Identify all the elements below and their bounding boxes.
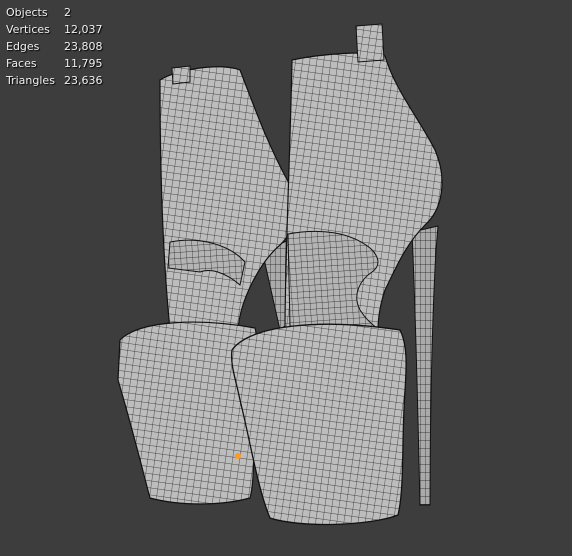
3d-viewport[interactable]: Objects 2 Vertices 12,037 Edges 23,808 F… <box>0 0 572 556</box>
object-origin-dot <box>235 453 241 459</box>
right-boot-mesh <box>230 23 443 526</box>
stat-value: 23,808 <box>64 40 103 53</box>
left-boot-pull-tab <box>171 65 191 85</box>
stat-row-edges: Edges 23,808 <box>6 38 103 55</box>
stat-label: Edges <box>6 40 40 53</box>
stat-label: Triangles <box>6 74 55 87</box>
scene-statistics-overlay: Objects 2 Vertices 12,037 Edges 23,808 F… <box>6 4 103 89</box>
stat-value: 11,795 <box>64 57 103 70</box>
right-boot-pull-tab <box>355 23 385 63</box>
stat-label: Faces <box>6 57 37 70</box>
stat-label: Objects <box>6 6 48 19</box>
right-boot-platform <box>230 323 407 526</box>
stat-value: 12,037 <box>64 23 103 36</box>
stat-row-faces: Faces 11,795 <box>6 55 103 72</box>
right-boot-heel <box>411 225 439 506</box>
stat-row-vertices: Vertices 12,037 <box>6 21 103 38</box>
stat-row-triangles: Triangles 23,636 <box>6 72 103 89</box>
stat-row-objects: Objects 2 <box>6 4 103 21</box>
stat-value: 2 <box>64 6 71 19</box>
stat-label: Vertices <box>6 23 50 36</box>
stat-value: 23,636 <box>64 74 103 87</box>
